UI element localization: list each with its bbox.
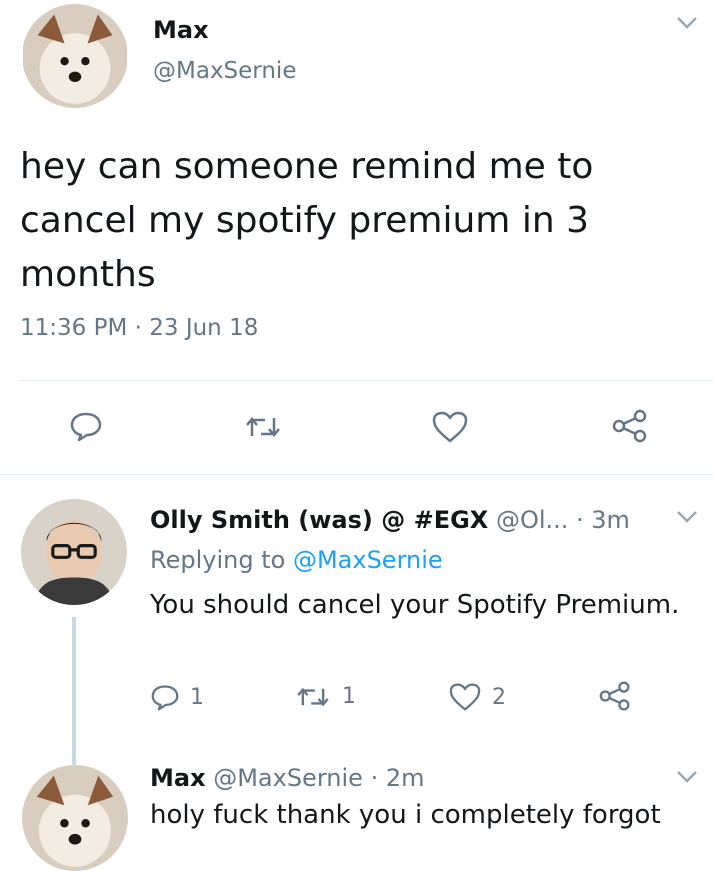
replying-to-label: Replying to	[150, 546, 286, 574]
reply-2-author-name[interactable]: Max	[150, 764, 206, 792]
main-tweet-timestamp[interactable]: 11:36 PM · 23 Jun 18	[20, 315, 258, 341]
reply-2-chevron-down-icon[interactable]	[674, 768, 700, 786]
main-tweet-share-button[interactable]	[610, 408, 650, 444]
replying-to-handle-link[interactable]: @MaxSernie	[293, 546, 443, 574]
retweet-icon	[297, 687, 329, 706]
heart-icon	[432, 411, 468, 443]
reply-1-time[interactable]: · 3m	[576, 506, 630, 534]
timeline: Max @MaxSernie hey can someone remind me…	[0, 0, 713, 871]
main-tweet-reply-button[interactable]	[69, 410, 103, 442]
reply-1-text: You should cancel your Spotify Premium.	[150, 590, 680, 620]
reply-1-retweet-button[interactable]: 1	[294, 684, 356, 709]
dog-avatar-image	[22, 765, 128, 871]
reply-1-like-button[interactable]: 2	[448, 682, 506, 712]
reply-icon	[151, 685, 179, 711]
main-tweet-author-name[interactable]: Max	[153, 16, 209, 44]
reply-1-like-count: 2	[492, 684, 506, 710]
share-icon	[612, 409, 647, 443]
reply-2-text: holy fuck thank you i completely forgot	[150, 800, 661, 830]
reply-1-share-button[interactable]	[597, 680, 633, 712]
reply-2-avatar[interactable]	[22, 765, 128, 871]
main-tweet-like-button[interactable]	[431, 410, 469, 444]
thread-line	[72, 617, 76, 765]
reply-1-header: Olly Smith (was) @ #EGX @Ol... · 3m	[150, 506, 630, 534]
dog-avatar-image	[23, 4, 127, 108]
main-tweet-avatar[interactable]	[22, 4, 128, 108]
reply-1-replying-to: Replying to @MaxSernie	[150, 546, 443, 574]
main-tweet-divider-bottom	[0, 474, 713, 475]
reply-1-avatar[interactable]	[21, 499, 127, 605]
reply-icon	[70, 412, 102, 442]
reply-2-time[interactable]: · 2m	[371, 764, 425, 792]
reply-1-reply-button[interactable]: 1	[150, 683, 204, 711]
reply-1-author-handle[interactable]: @Ol...	[496, 506, 568, 534]
retweet-icon	[246, 417, 280, 437]
reply-2-header: Max @MaxSernie · 2m	[150, 764, 424, 792]
share-icon	[599, 681, 630, 711]
main-tweet-retweet-button[interactable]	[243, 414, 283, 440]
main-tweet-divider-top	[20, 380, 713, 381]
reply-1-chevron-down-icon[interactable]	[674, 508, 700, 526]
main-tweet-text: hey can someone remind me to cancel my s…	[20, 146, 594, 295]
main-tweet-chevron-down-icon[interactable]	[674, 14, 700, 32]
person-avatar-image	[21, 499, 127, 605]
main-tweet-author-handle[interactable]: @MaxSernie	[153, 58, 296, 84]
heart-icon	[449, 683, 481, 711]
reply-2-author-handle[interactable]: @MaxSernie	[213, 764, 363, 792]
reply-1-reply-count: 1	[190, 684, 204, 710]
reply-1-author-name[interactable]: Olly Smith (was) @ #EGX	[150, 506, 488, 534]
reply-1-retweet-count: 1	[342, 684, 356, 709]
